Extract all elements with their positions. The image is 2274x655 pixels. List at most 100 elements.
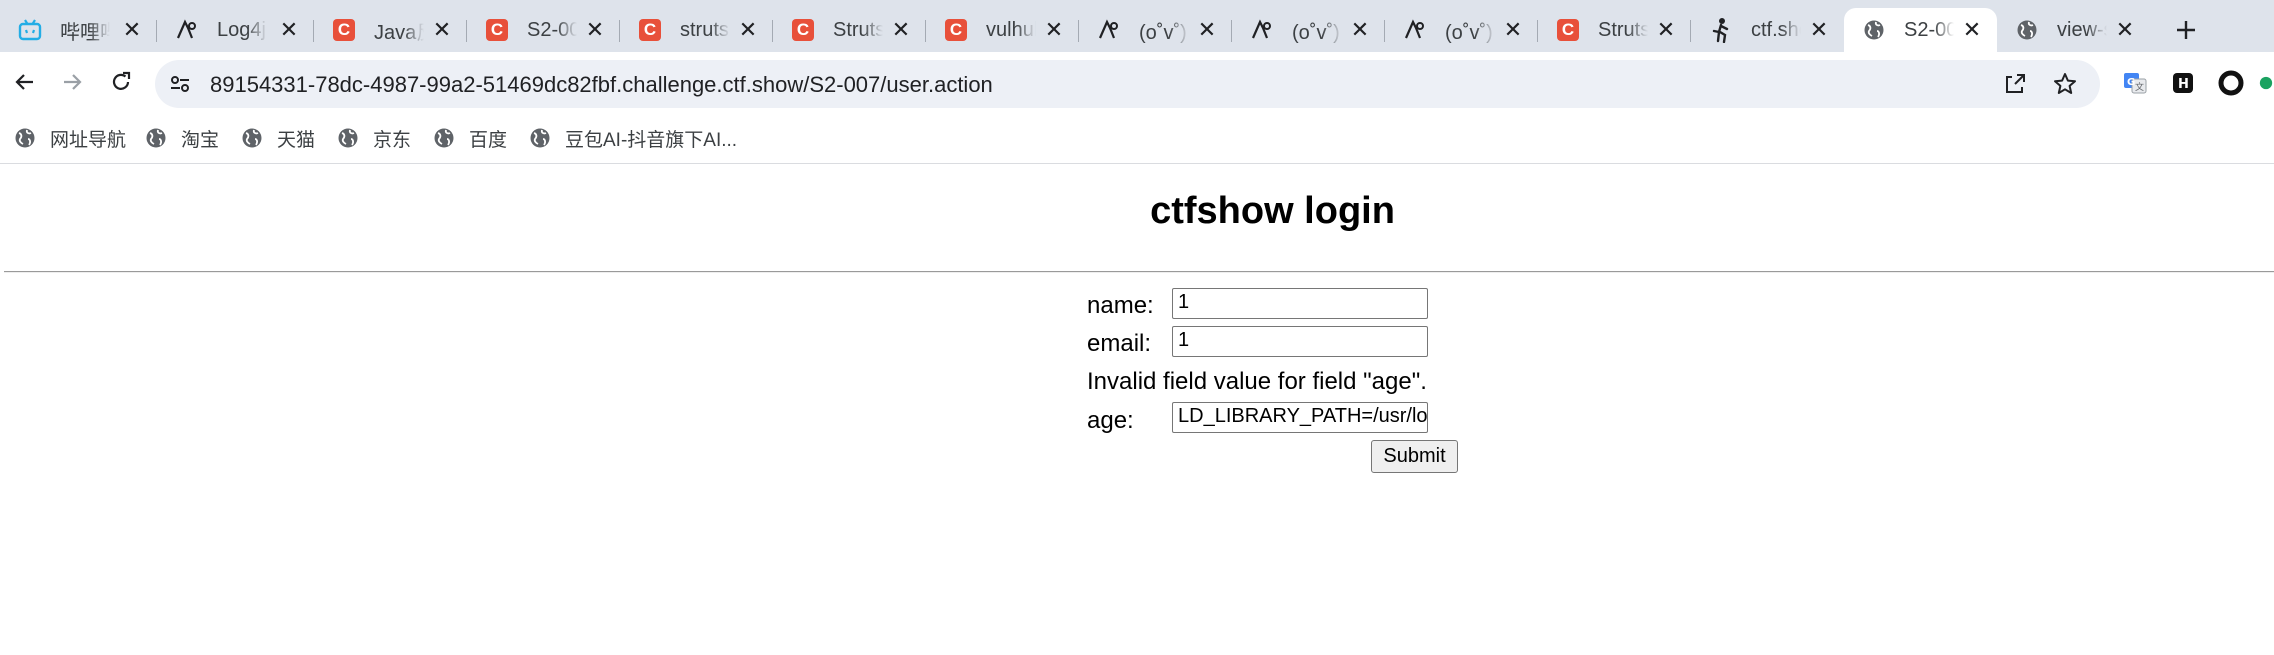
- close-tab-icon[interactable]: ✕: [2114, 19, 2136, 41]
- lambda-face-icon: [1250, 18, 1274, 42]
- forward-button[interactable]: [54, 64, 90, 100]
- tab-title: ctf.show: [1751, 18, 1801, 41]
- tab-title: (o˚v˚)ノ: [1292, 21, 1342, 44]
- bookmark-label: 天猫: [277, 129, 316, 151]
- tab-s2-007-csdn[interactable]: C S2-007 ✕: [467, 8, 620, 52]
- email-input[interactable]: 1: [1172, 326, 1428, 357]
- reload-button[interactable]: [103, 64, 139, 100]
- tab-log4j[interactable]: Log4j ✕: [157, 8, 314, 52]
- csdn-icon: C: [485, 18, 509, 42]
- bookmark-item[interactable]: 天猫: [241, 122, 315, 154]
- lambda-face-icon: [1097, 18, 1121, 42]
- age-input[interactable]: LD_LIBRARY_PATH=/usr/lo: [1172, 402, 1428, 433]
- bookmark-label: 淘宝: [181, 129, 220, 151]
- tab-title: view-source: [2057, 18, 2107, 41]
- tab-face-1[interactable]: (o˚v˚)ノ ✕: [1079, 8, 1232, 52]
- page-content: ctfshow login name: 1 email: 1 Invalid f…: [0, 164, 2274, 655]
- tab-title: vulhub: [986, 18, 1036, 41]
- field-error-message: Invalid field value for field "age".: [1087, 368, 1427, 395]
- tab-title: struts2: [680, 18, 730, 41]
- tab-title: (o˚v˚)ノ: [1139, 21, 1189, 44]
- globe-icon: [337, 127, 359, 149]
- close-tab-icon[interactable]: ✕: [584, 19, 606, 41]
- new-tab-button[interactable]: [2168, 12, 2204, 48]
- lambda-face-icon: [175, 18, 199, 42]
- close-tab-icon[interactable]: ✕: [737, 19, 759, 41]
- bookmark-item[interactable]: 淘宝: [145, 122, 219, 154]
- csdn-icon: C: [944, 18, 968, 42]
- globe-icon: [14, 127, 36, 149]
- svg-text:H: H: [2178, 77, 2189, 92]
- url-text[interactable]: 89154331-78dc-4987-99a2-51469dc82fbf.cha…: [210, 72, 993, 98]
- globe-icon: [145, 127, 167, 149]
- star-bookmark-icon[interactable]: [2050, 69, 2080, 99]
- close-tab-icon[interactable]: ✕: [1808, 19, 1830, 41]
- ctfshow-icon: [1709, 18, 1733, 43]
- back-button[interactable]: [7, 64, 43, 100]
- submit-button[interactable]: Submit: [1371, 440, 1458, 473]
- plus-icon: [2177, 21, 2195, 39]
- close-tab-icon[interactable]: ✕: [1349, 19, 1371, 41]
- tab-face-3[interactable]: (o˚v˚)ノ ✕: [1385, 8, 1538, 52]
- email-label: email:: [1087, 330, 1152, 357]
- lambda-face-icon: [1403, 18, 1427, 42]
- tab-face-2[interactable]: (o˚v˚)ノ ✕: [1232, 8, 1385, 52]
- bookmarks-bar: 网址导航 淘宝 天猫 京东 百度 豆包AI-抖音旗下AI...: [0, 118, 2274, 164]
- google-translate-icon[interactable]: G文: [2120, 68, 2150, 98]
- tab-struts2-2[interactable]: C Struts2 ✕: [1538, 8, 1691, 52]
- page-title: ctfshow login: [1150, 190, 1395, 232]
- svg-text:G: G: [2127, 77, 2135, 88]
- bookmark-label: 豆包AI-抖音旗下AI...: [565, 129, 738, 151]
- arrow-left-icon: [15, 74, 33, 90]
- close-tab-icon[interactable]: ✕: [1196, 19, 1218, 41]
- close-tab-icon[interactable]: ✕: [121, 19, 143, 41]
- name-input[interactable]: 1: [1172, 288, 1428, 319]
- site-info-icon[interactable]: [165, 69, 195, 99]
- globe-icon: [2015, 18, 2039, 42]
- name-label: name:: [1087, 292, 1154, 319]
- tab-struts2[interactable]: C Struts2 ✕: [773, 8, 926, 52]
- address-bar[interactable]: 89154331-78dc-4987-99a2-51469dc82fbf.cha…: [155, 60, 2100, 108]
- age-label: age:: [1087, 407, 1134, 434]
- close-tab-icon[interactable]: ✕: [1043, 19, 1065, 41]
- globe-icon: [1862, 18, 1886, 42]
- csdn-icon: C: [1556, 18, 1580, 42]
- tab-title: Struts2: [833, 18, 883, 41]
- csdn-icon: C: [791, 18, 815, 42]
- bilibili-icon: [18, 18, 42, 42]
- tab-vulhub[interactable]: C vulhub ✕: [926, 8, 1079, 52]
- close-tab-icon[interactable]: ✕: [278, 19, 300, 41]
- close-tab-icon[interactable]: ✕: [1961, 19, 1983, 41]
- csdn-icon: C: [332, 18, 356, 42]
- bookmark-item[interactable]: 网址导航: [14, 122, 126, 154]
- circle-extension-icon[interactable]: [2216, 68, 2246, 98]
- tab-title: Struts2: [1598, 18, 1648, 41]
- close-tab-icon[interactable]: ✕: [431, 19, 453, 41]
- csdn-icon: C: [638, 18, 662, 42]
- close-tab-icon[interactable]: ✕: [890, 19, 912, 41]
- horizontal-rule: [4, 271, 2274, 273]
- profile-avatar[interactable]: [2258, 68, 2274, 98]
- tab-view-source[interactable]: view-source ✕: [1997, 8, 2150, 52]
- tab-strip: 哔哩哔哩 ✕ Log4j ✕ C Java反序列化 ✕ C S2-007 ✕ C…: [0, 0, 2274, 52]
- globe-icon: [241, 127, 263, 149]
- tab-ctfshow[interactable]: ctf.show ✕: [1691, 8, 1844, 52]
- bookmark-label: 京东: [373, 129, 412, 151]
- tab-title: (o˚v˚)ノ: [1445, 21, 1495, 44]
- reload-icon: [112, 71, 131, 90]
- tab-title: S2-007: [1904, 18, 1954, 41]
- bookmark-label: 百度: [469, 129, 508, 151]
- bookmark-item[interactable]: 百度: [433, 122, 507, 154]
- close-tab-icon[interactable]: ✕: [1502, 19, 1524, 41]
- bookmark-item[interactable]: 豆包AI-抖音旗下AI...: [529, 122, 737, 154]
- h-extension-icon[interactable]: H: [2168, 68, 2198, 98]
- tab-java-deserialization[interactable]: C Java反序列化 ✕: [314, 8, 467, 52]
- tab-bilibili[interactable]: 哔哩哔哩 ✕: [0, 8, 157, 52]
- tab-struts2-lower[interactable]: C struts2 ✕: [620, 8, 773, 52]
- tab-s2-007-active[interactable]: S2-007 ✕: [1844, 8, 1997, 52]
- share-icon[interactable]: [2000, 69, 2030, 99]
- globe-icon: [433, 127, 455, 149]
- bookmark-item[interactable]: 京东: [337, 122, 411, 154]
- tab-title: 哔哩哔哩: [60, 21, 110, 44]
- close-tab-icon[interactable]: ✕: [1655, 19, 1677, 41]
